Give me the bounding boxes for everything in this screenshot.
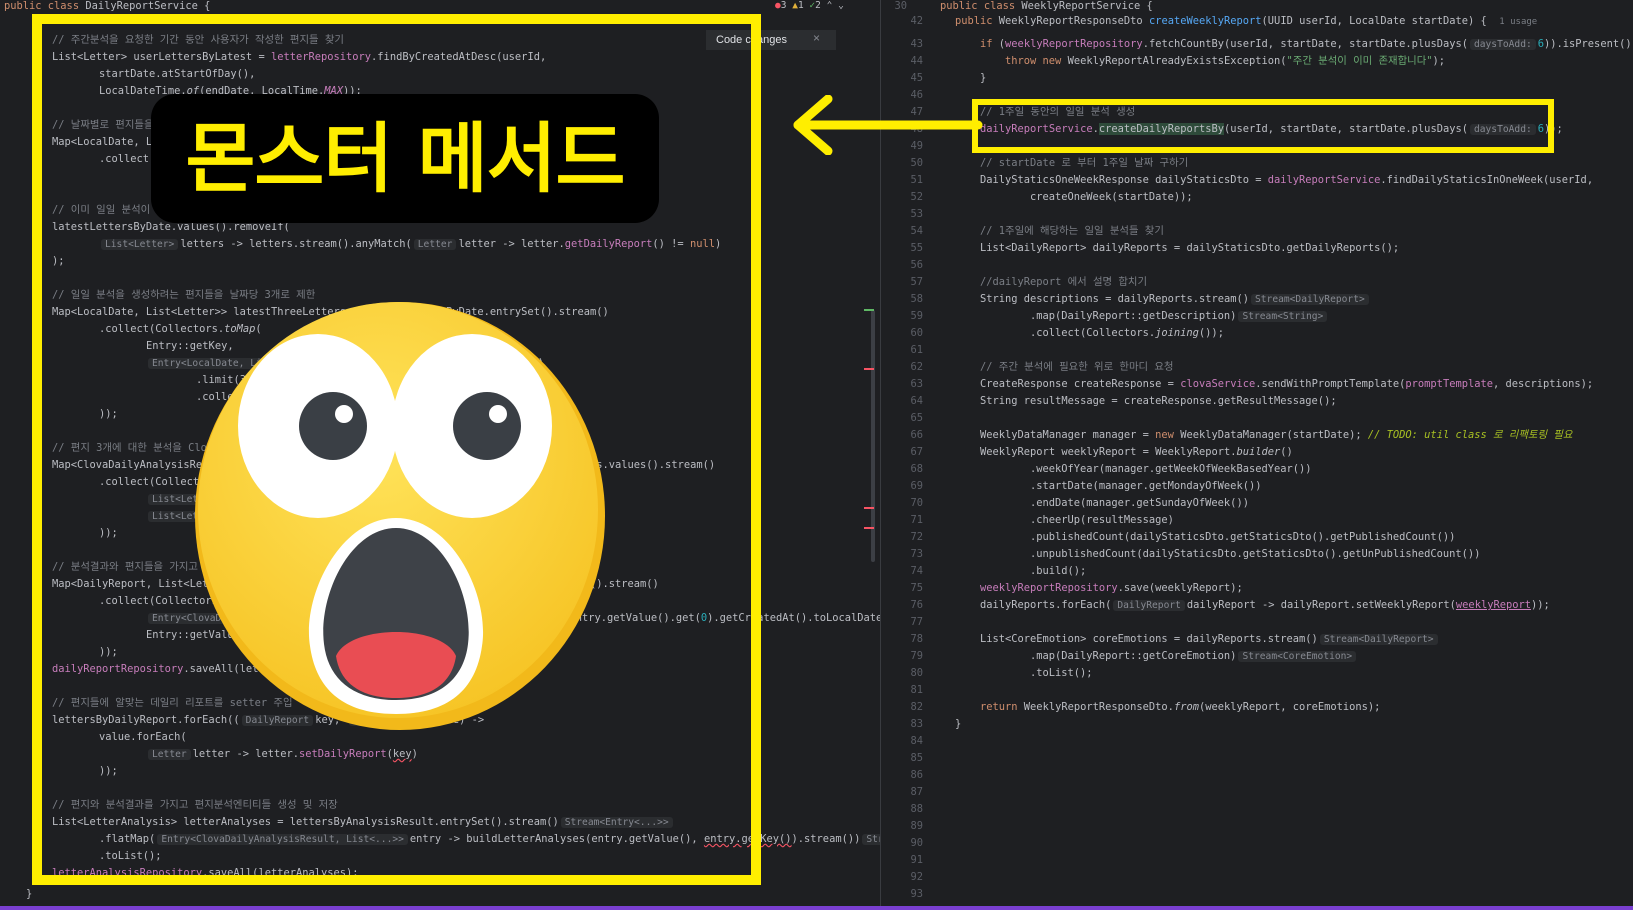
warning-count: 1 — [797, 0, 804, 11]
code-line: 91 — [910, 854, 923, 866]
scrollbar[interactable] — [871, 310, 875, 562]
code-line: 50// startDate 로 부터 1주일 날짜 구하기 — [910, 157, 1189, 169]
code-line: 65 — [910, 412, 923, 424]
code-line: 68 .weekOfYear(manager.getWeekOfWeekBased… — [910, 463, 1312, 475]
code-line: 42 public WeeklyReportResponseDto createW… — [910, 15, 1538, 27]
code-line: 66 WeeklyDataManager manager = new Weekly… — [910, 429, 1573, 441]
code-line: 87 — [910, 786, 923, 798]
right-editor-header: 30 public class WeeklyReportService { — [881, 0, 1633, 13]
error-marker — [864, 527, 874, 529]
error-marker — [864, 368, 874, 370]
code-line: 83} — [910, 718, 962, 730]
code-line: 86 — [910, 769, 923, 781]
code-line: 62// 주간 분석에 필요한 위로 한마디 요청 — [910, 361, 1174, 373]
code-line: 56 — [910, 259, 923, 271]
code-line: 52 createOneWeek(startDate)); — [910, 191, 1193, 203]
ok-count: 2 — [815, 0, 821, 11]
code-line: 74 .build(); — [910, 565, 1087, 577]
code-line: 92 — [910, 871, 923, 883]
code-line: 90 — [910, 837, 923, 849]
code-line: 73 .unpublishedCount(dailyStaticsDto.getS… — [910, 548, 1481, 560]
code-line: 72 .publishedCount(dailyStaticsDto.getSta… — [910, 531, 1456, 543]
right-header-class: WeeklyReportService { — [1021, 0, 1153, 12]
left-header-class: DailyReportService { — [85, 0, 211, 12]
code-line: 58 String descriptions = dailyReports.str… — [881, 291, 1633, 308]
code-line: 88 — [910, 803, 923, 815]
code-line: 81 — [910, 684, 923, 696]
code-line: 79 .map(DailyReport::getCoreEmotion) Strea… — [881, 648, 1633, 665]
code-line: 85 — [910, 752, 923, 764]
code-line: 76 dailyReports.forEach(DailyReport dailyR… — [910, 599, 1550, 611]
code-line: 60 .collect(Collectors.joining()); — [910, 327, 1224, 339]
status-bar — [0, 906, 1633, 910]
left-editor-header: public class DailyReportService { — [0, 0, 880, 13]
header-line-number: 30 — [894, 0, 907, 12]
error-marker — [864, 507, 874, 509]
code-line: 54// 1주일에 해당하는 일일 분석들 찾기 — [910, 225, 1164, 237]
code-line: 53 — [910, 208, 923, 220]
code-line: 78 List<CoreEmotion> coreEmotions = daily… — [881, 631, 1633, 648]
arrow-left-icon — [793, 95, 983, 155]
code-line: 61 — [910, 344, 923, 356]
code-line: 80 .toList(); — [910, 667, 1093, 679]
code-line: 45} — [910, 72, 987, 84]
code-line: 71 .cheerUp(resultMessage) — [910, 514, 1174, 526]
code-line: 70 .endDate(manager.getSundayOfWeek()) — [910, 497, 1249, 509]
code-line: 89 — [910, 820, 923, 832]
change-marker — [864, 309, 874, 311]
code-line: 63 CreateResponse createResponse = clovaS… — [910, 378, 1594, 390]
code-line: 84 — [910, 735, 923, 747]
code-line: 43 if (weeklyReportRepository.fetchCountB… — [910, 38, 1633, 50]
code-line: 59 .map(DailyReport::getDescription) Strea… — [881, 308, 1633, 325]
overlay-title: 몬스터 메서드 — [151, 94, 659, 223]
code-line: 55 List<DailyReport> dailyReports = daily… — [910, 242, 1400, 254]
code-line: 77 — [910, 616, 923, 628]
code-line: 67 WeeklyReport weeklyReport = WeeklyRepo… — [910, 446, 1293, 458]
chevron-up-icon[interactable]: ⌃ — [827, 0, 833, 11]
error-count: 3 — [780, 0, 787, 11]
code-line: 44 throw new WeeklyReportAlreadyExistsExc… — [910, 55, 1446, 67]
code-line: 93 — [910, 888, 923, 900]
code-line: 64 String resultMessage = createResponse.… — [910, 395, 1337, 407]
code-line: 57//dailyReport 에서 설명 합치기 — [910, 276, 1148, 288]
code-line: 82 return WeeklyReportResponseDto.from(we… — [910, 701, 1381, 713]
code-line: } — [26, 888, 33, 900]
chevron-down-icon[interactable]: ⌄ — [838, 0, 844, 11]
code-line: 69 .startDate(manager.getMondayOfWeek()) — [910, 480, 1262, 492]
method-call-highlight-box — [972, 99, 1554, 153]
inspection-status[interactable]: ●3 ▲1 ✓2 ⌃ ⌄ — [775, 0, 844, 11]
shocked-face-emoji — [195, 302, 605, 730]
code-line: 75 weeklyReportRepository.save(weeklyRepo… — [910, 582, 1243, 594]
code-line: 51 DailyStaticsOneWeekResponse dailyStati… — [910, 174, 1594, 186]
close-icon[interactable]: × — [813, 31, 820, 45]
